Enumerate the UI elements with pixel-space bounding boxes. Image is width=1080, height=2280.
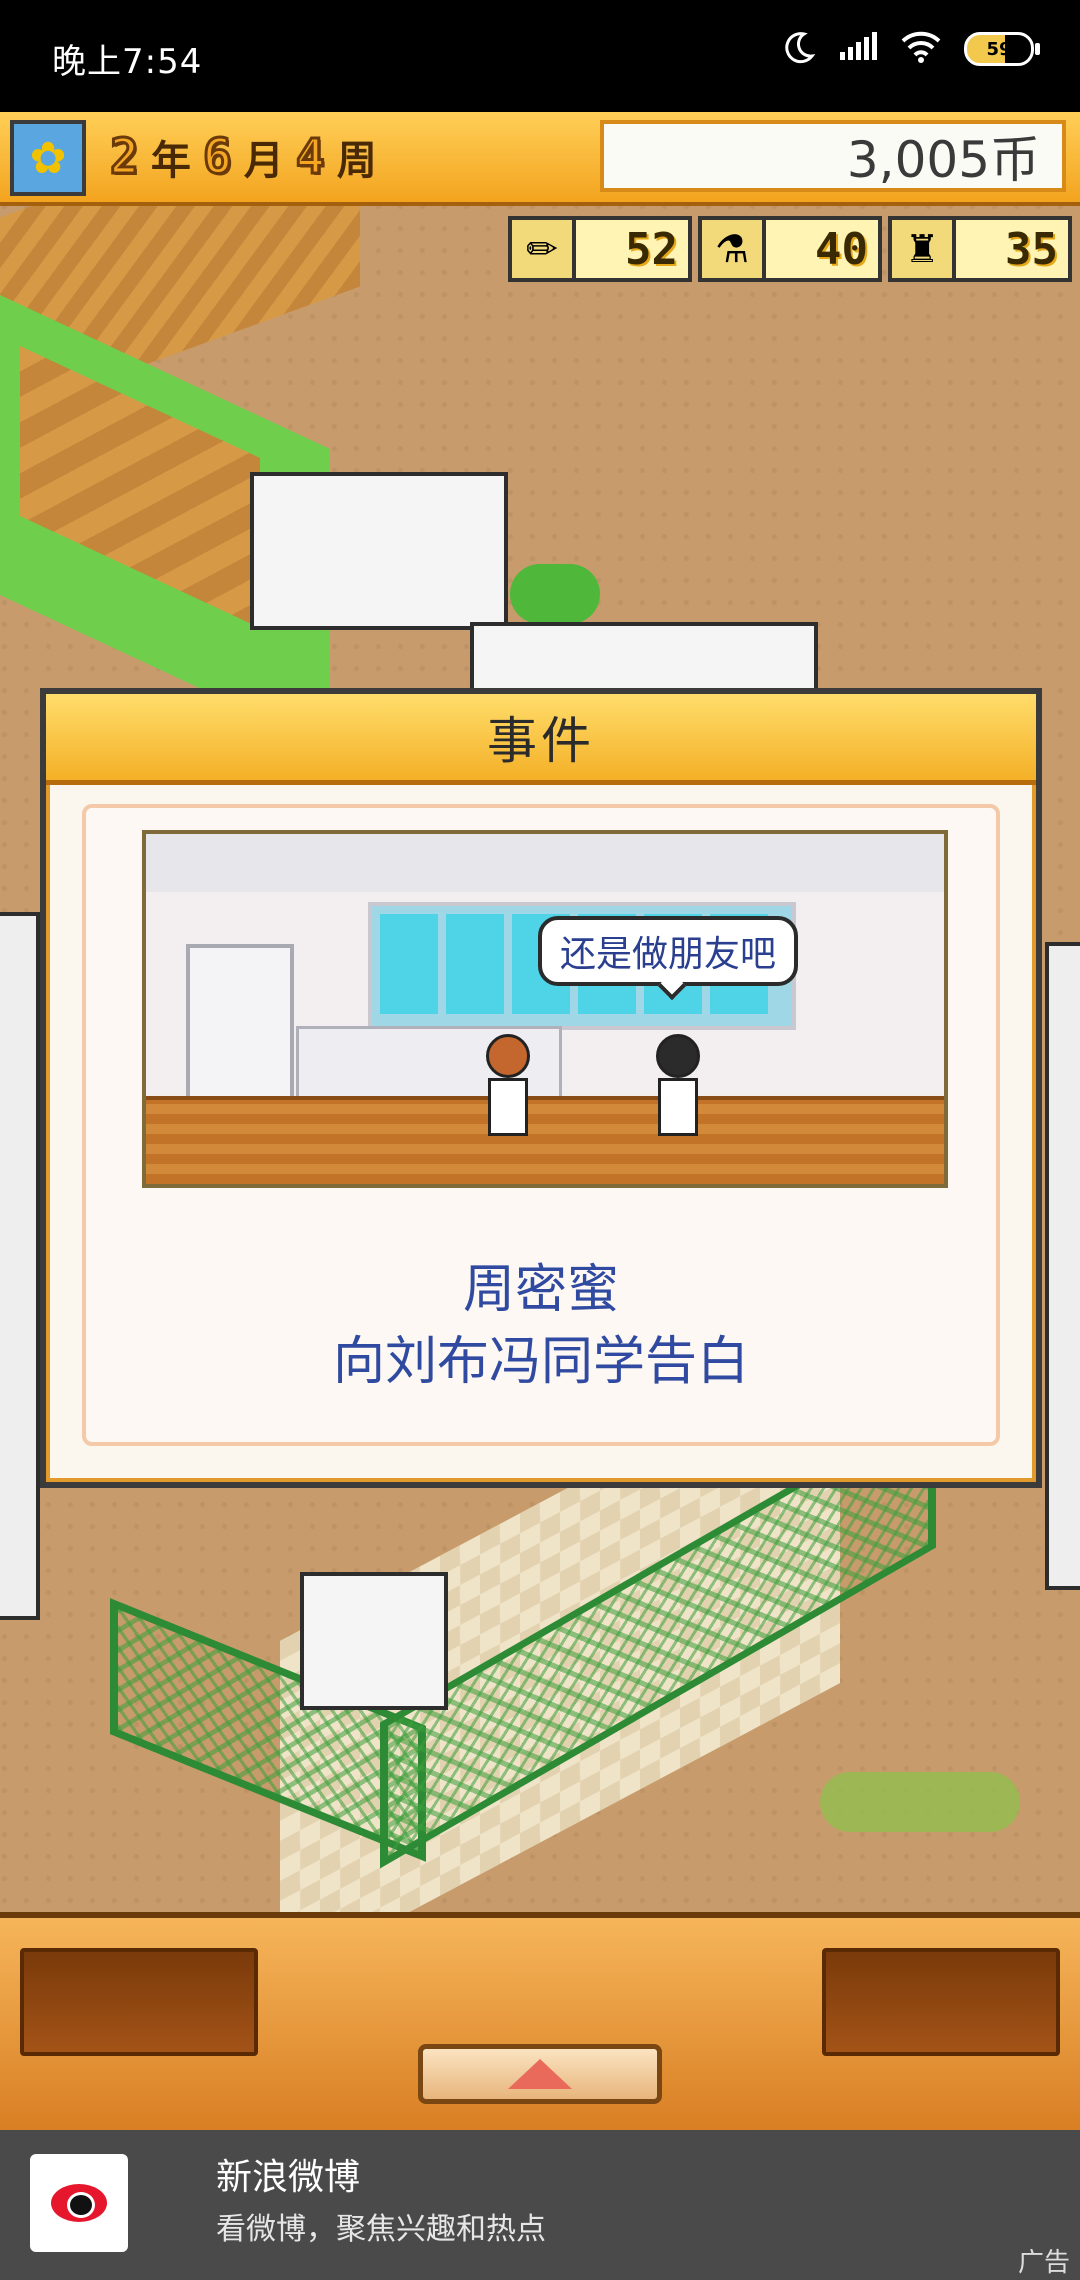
flask-icon: ⚗: [702, 220, 766, 278]
washroom-building[interactable]: [250, 472, 508, 630]
scene-ceiling: [146, 834, 944, 895]
stat-study: ✏ 52: [508, 216, 692, 282]
month-number: 6: [201, 128, 233, 187]
ad-description: 看微博，聚焦兴趣和热点: [216, 2212, 546, 2247]
boy-body: [658, 1078, 698, 1136]
stat-trophy-value: 35: [1005, 223, 1058, 275]
pencil-icon: ✏: [512, 220, 576, 278]
event-dialog[interactable]: 事件 还是做朋友吧 周密蜜 向刘布冯同学告白: [40, 688, 1042, 1488]
year-number: 2: [109, 128, 141, 187]
event-description: 周密蜜 向刘布冯同学告白: [46, 1254, 1036, 1398]
trophy-icon: ♜: [892, 220, 956, 278]
stat-trophy: ♜ 35: [888, 216, 1072, 282]
girl-body: [488, 1078, 528, 1136]
boy-head: [656, 1034, 700, 1078]
bottom-control-bar: [0, 1912, 1080, 2136]
flower-patch: [820, 1772, 1020, 1832]
left-menu-slot[interactable]: [20, 1948, 258, 2056]
stat-science-value: 40: [815, 223, 868, 275]
girl-character: [486, 1034, 530, 1144]
speech-bubble: 还是做朋友吧: [538, 916, 799, 986]
event-line-2: 向刘布冯同学告白: [332, 1332, 749, 1392]
boy-character: [656, 1034, 700, 1144]
event-scene-image: [142, 830, 948, 1188]
status-time: 晚上7:54: [52, 42, 203, 82]
top-bar: ✿ 2 年 6 月 4 周 3,005币: [0, 112, 1080, 206]
status-icons: 59: [782, 30, 1040, 68]
status-bar: 晚上7:54 59: [0, 0, 1080, 112]
signal-icon: [838, 32, 878, 66]
money-display: 3,005币: [600, 120, 1066, 192]
scene-locker: [186, 944, 294, 1112]
arrow-up-icon: [508, 2059, 572, 2089]
expand-menu-button[interactable]: [418, 2044, 662, 2104]
window-pane: [380, 914, 438, 1014]
wifi-icon: [900, 31, 942, 67]
ad-title: 新浪微博: [216, 2157, 361, 2198]
battery-level: 59: [986, 38, 1012, 60]
left-building[interactable]: [0, 912, 40, 1620]
weibo-logo-icon: [30, 2154, 128, 2252]
scene-floor: [146, 1096, 944, 1184]
girl-head: [486, 1034, 530, 1078]
ad-tag: 广告: [1017, 2248, 1070, 2278]
week-unit: 周: [336, 138, 377, 184]
right-building[interactable]: [1045, 942, 1080, 1590]
ad-banner[interactable]: 新浪微博 看微博，聚焦兴趣和热点 广告: [0, 2130, 1080, 2280]
stat-science: ⚗ 40: [698, 216, 882, 282]
event-line-1: 周密蜜: [462, 1260, 619, 1320]
stats-row: ✏ 52 ⚗ 40 ♜ 35: [508, 216, 1072, 282]
window-pane: [446, 914, 504, 1014]
dialog-title: 事件: [46, 694, 1036, 785]
kiosk-building[interactable]: [300, 1572, 448, 1710]
week-number: 4: [294, 128, 326, 187]
stat-study-value: 52: [625, 223, 678, 275]
moon-icon: [782, 30, 816, 68]
game-date: 2 年 6 月 4 周: [109, 128, 377, 187]
right-menu-slot[interactable]: [822, 1948, 1060, 2056]
sunflower-icon: ✿: [10, 120, 86, 196]
year-unit: 年: [150, 138, 191, 184]
battery-icon: 59: [964, 32, 1040, 66]
month-unit: 月: [243, 138, 284, 184]
bush: [510, 564, 600, 624]
